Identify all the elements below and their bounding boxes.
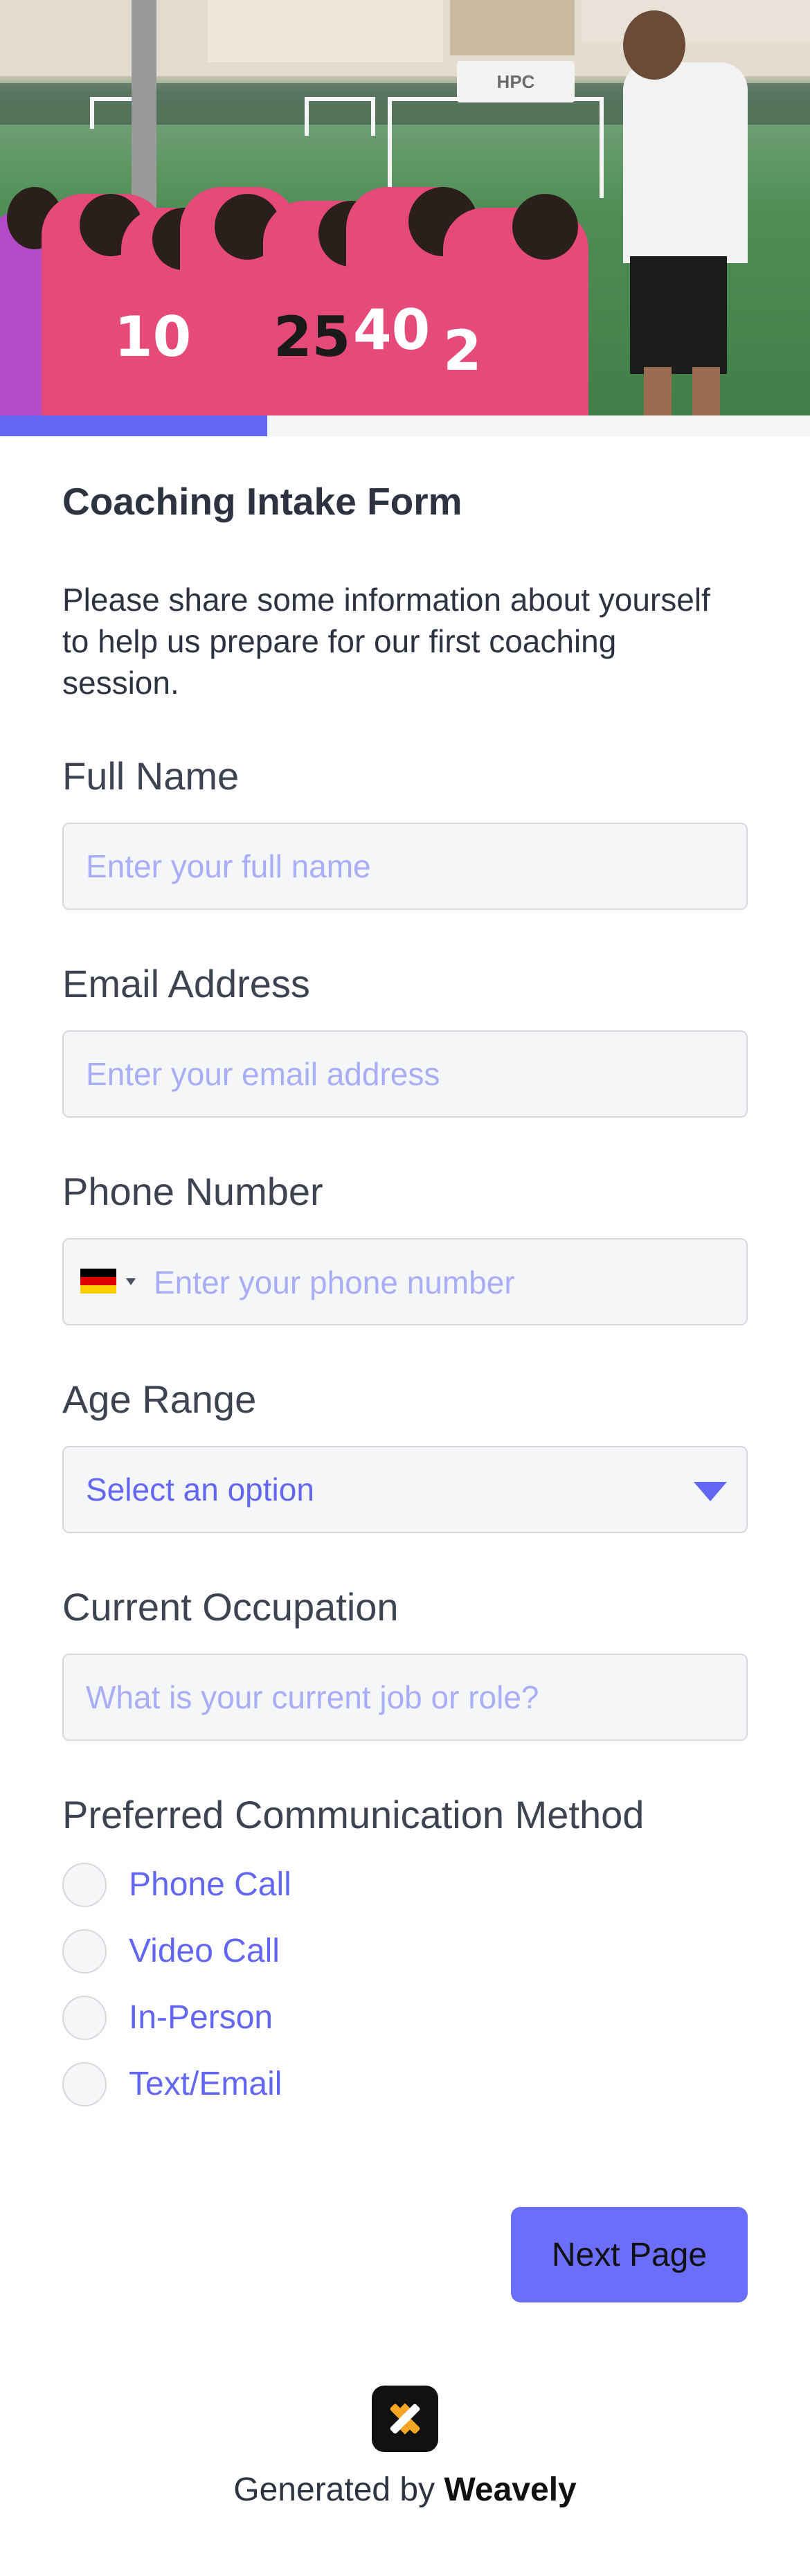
full-name-input[interactable] bbox=[62, 823, 748, 910]
radio-option-text-email[interactable]: Text/Email bbox=[62, 2061, 478, 2109]
hero-image: HPC 10 25 40 2 bbox=[0, 0, 810, 415]
radio-label: Text/Email bbox=[129, 2066, 282, 2102]
radio-button[interactable] bbox=[62, 1996, 107, 2040]
age-range-selected: Select an option bbox=[86, 1472, 314, 1508]
weavely-logo bbox=[372, 2386, 438, 2452]
jersey-number: 40 bbox=[353, 298, 431, 362]
communication-label: Preferred Communication Method bbox=[62, 1793, 645, 1836]
jersey-number: 25 bbox=[273, 305, 351, 369]
radio-button[interactable] bbox=[62, 2062, 107, 2107]
email-input[interactable] bbox=[62, 1030, 748, 1118]
chevron-down-icon[interactable] bbox=[126, 1278, 136, 1285]
phone-input[interactable] bbox=[152, 1240, 730, 1325]
progress-fill bbox=[0, 415, 268, 436]
field-banner: HPC bbox=[457, 61, 575, 102]
jersey-number: 2 bbox=[443, 319, 482, 383]
phone-field bbox=[62, 1238, 748, 1325]
jersey-number: 10 bbox=[114, 305, 192, 369]
phone-label: Phone Number bbox=[62, 1170, 323, 1213]
occupation-input[interactable] bbox=[62, 1654, 748, 1741]
email-label: Email Address bbox=[62, 962, 310, 1005]
occupation-label: Current Occupation bbox=[62, 1585, 399, 1629]
weavely-logo-icon bbox=[390, 2403, 420, 2435]
footer-credit: Generated by Weavely bbox=[0, 2471, 810, 2509]
next-page-button[interactable]: Next Page bbox=[511, 2207, 748, 2302]
full-name-label: Full Name bbox=[62, 754, 240, 798]
age-range-label: Age Range bbox=[62, 1377, 257, 1421]
age-range-select[interactable]: Select an option bbox=[62, 1446, 748, 1533]
radio-label: In-Person bbox=[129, 1999, 273, 2036]
radio-button[interactable] bbox=[62, 1929, 107, 1974]
radio-label: Phone Call bbox=[129, 1866, 291, 1903]
footer-brand-link[interactable]: Weavely bbox=[444, 2471, 576, 2508]
caret-down-icon bbox=[694, 1482, 727, 1501]
radio-label: Video Call bbox=[129, 1933, 280, 1969]
radio-button[interactable] bbox=[62, 1863, 107, 1907]
germany-flag-icon[interactable] bbox=[80, 1269, 116, 1294]
radio-option-video-call[interactable]: Video Call bbox=[62, 1928, 478, 1976]
form-title: Coaching Intake Form bbox=[62, 480, 462, 523]
footer-prefix: Generated by bbox=[233, 2471, 435, 2508]
radio-option-in-person[interactable]: In-Person bbox=[62, 1994, 478, 2043]
progress-bar bbox=[0, 415, 810, 436]
radio-option-phone-call[interactable]: Phone Call bbox=[62, 1861, 478, 1910]
form-description: Please share some information about your… bbox=[62, 582, 710, 701]
